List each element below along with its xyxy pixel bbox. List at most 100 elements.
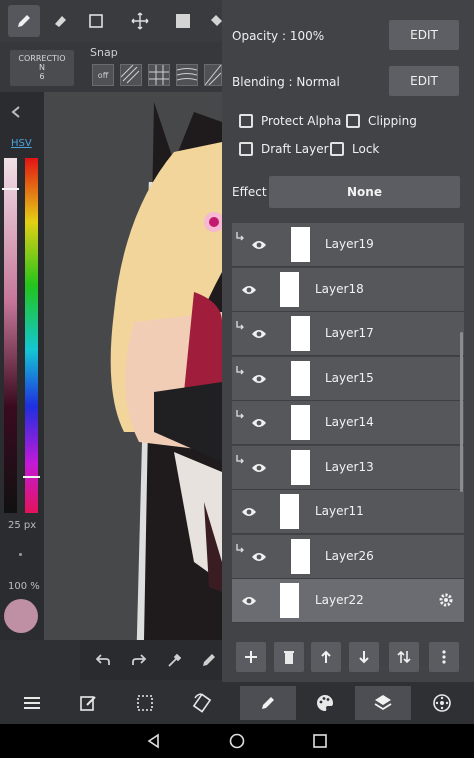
layer-thumbnail [280, 583, 299, 618]
snap-grid-button[interactable] [148, 64, 170, 86]
delete-layer-button[interactable] [274, 642, 304, 672]
hue-slider[interactable] [25, 158, 38, 513]
swap-layers-button[interactable] [389, 642, 419, 672]
visibility-eye-icon[interactable] [251, 459, 267, 478]
layer-list-scrollbar[interactable] [460, 332, 463, 492]
layer-row[interactable]: Layer13 [232, 445, 464, 490]
layer-thumbnail [280, 494, 299, 529]
hue-marker[interactable] [23, 476, 40, 478]
settings-icon[interactable] [416, 686, 468, 720]
layer-row[interactable]: Layer17 [232, 312, 464, 356]
move-layer-up-button[interactable] [311, 642, 341, 672]
eyedropper-icon[interactable] [166, 651, 184, 673]
system-navigation-bar [0, 724, 474, 758]
layer-thumbnail [291, 449, 310, 485]
layer-row[interactable]: Layer18 [232, 267, 464, 312]
clipping-checkbox[interactable] [346, 114, 360, 128]
drawing-canvas[interactable] [44, 92, 222, 640]
visibility-eye-icon[interactable] [241, 592, 257, 611]
snap-radial-button[interactable] [204, 64, 222, 86]
blending-edit-button[interactable]: EDIT [389, 66, 459, 96]
brush-quick-icon[interactable] [200, 651, 218, 673]
visibility-eye-icon[interactable] [241, 281, 257, 300]
more-options-button[interactable] [429, 642, 459, 672]
saturation-slider[interactable] [4, 158, 17, 513]
selection-tool-icon[interactable] [80, 5, 112, 37]
layer-row[interactable]: Layer19 [232, 223, 464, 267]
layer-thumbnail [291, 538, 310, 574]
snap-off-label: off [97, 70, 109, 80]
layer-thumbnail [291, 227, 310, 262]
visibility-eye-icon[interactable] [251, 370, 267, 389]
current-color-swatch[interactable] [4, 599, 38, 633]
selection-icon[interactable] [119, 686, 171, 720]
layer-list: Layer19 Layer18 Layer17 Layer15 Layer14 Layer… [232, 222, 464, 632]
eraser-tool-icon[interactable] [44, 5, 76, 37]
clipping-indicator-icon [236, 320, 245, 333]
artwork-image [110, 102, 222, 640]
snap-curve-button[interactable] [176, 64, 198, 86]
brush-size-dot [19, 553, 22, 556]
snap-parallel-button[interactable] [120, 64, 142, 86]
layer-settings-gear-icon[interactable] [438, 592, 454, 612]
edit-icon[interactable] [62, 686, 114, 720]
lock-label: Lock [352, 142, 380, 156]
visibility-eye-icon[interactable] [251, 414, 267, 433]
layer-thumbnail [280, 271, 299, 307]
layer-name: Layer15 [325, 370, 374, 385]
palette-icon[interactable] [299, 686, 351, 720]
snap-off-button[interactable]: off [92, 64, 114, 86]
layer-row[interactable]: Layer22 [232, 579, 464, 623]
undo-icon[interactable] [94, 651, 112, 673]
saturation-marker[interactable] [2, 188, 19, 190]
draft-layer-label: Draft Layer [261, 142, 329, 156]
collapse-arrow-icon[interactable] [10, 104, 22, 123]
brush-opacity-label: 100 % [8, 581, 40, 592]
back-icon[interactable] [146, 733, 162, 753]
menu-icon[interactable] [6, 686, 58, 720]
fill-color-icon[interactable] [167, 5, 199, 37]
layer-row[interactable]: Layer15 [232, 356, 464, 401]
layers-icon[interactable] [355, 686, 411, 720]
layer-thumbnail [291, 316, 310, 351]
clipping-indicator-icon [236, 365, 245, 378]
layer-name: Layer19 [325, 237, 374, 251]
correction-button[interactable]: CORRECTIO N 6 [10, 50, 74, 86]
effect-button[interactable]: None [269, 176, 460, 208]
lock-checkbox[interactable] [330, 142, 344, 156]
layer-name: Layer22 [315, 593, 364, 607]
layer-name: Layer18 [315, 281, 364, 296]
canvas-quick-toolbar [80, 640, 222, 680]
clipping-indicator-icon [236, 543, 245, 556]
rotate-canvas-icon[interactable] [176, 686, 228, 720]
move-tool-icon[interactable] [124, 5, 156, 37]
visibility-eye-icon[interactable] [241, 503, 257, 522]
pen-tool-icon[interactable] [8, 5, 40, 37]
layer-name: Layer11 [315, 504, 364, 518]
layer-name: Layer26 [325, 548, 374, 563]
clipping-label: Clipping [368, 114, 417, 128]
add-layer-button[interactable] [236, 642, 266, 672]
clipping-indicator-icon [236, 454, 245, 467]
protect-alpha-checkbox[interactable] [239, 114, 253, 128]
hsv-mode-label[interactable]: HSV [11, 138, 32, 149]
recents-icon[interactable] [312, 733, 328, 753]
visibility-eye-icon[interactable] [251, 548, 267, 567]
snap-label: Snap [90, 46, 118, 59]
visibility-eye-icon[interactable] [251, 325, 267, 344]
visibility-eye-icon[interactable] [251, 236, 267, 255]
layer-row[interactable]: Layer26 [232, 534, 464, 579]
clipping-indicator-icon [236, 409, 245, 422]
layer-name: Layer13 [325, 459, 374, 474]
layer-row[interactable]: Layer11 [232, 490, 464, 534]
opacity-edit-button[interactable]: EDIT [389, 20, 459, 50]
pen-mode-icon[interactable] [240, 686, 296, 720]
move-layer-down-button[interactable] [349, 642, 379, 672]
protect-alpha-label: Protect Alpha [261, 114, 342, 128]
layer-row[interactable]: Layer14 [232, 401, 464, 445]
home-icon[interactable] [229, 733, 245, 753]
draft-layer-checkbox[interactable] [239, 142, 253, 156]
redo-icon[interactable] [130, 651, 148, 673]
layer-thumbnail [291, 360, 310, 396]
blending-label: Blending : Normal [232, 75, 340, 89]
